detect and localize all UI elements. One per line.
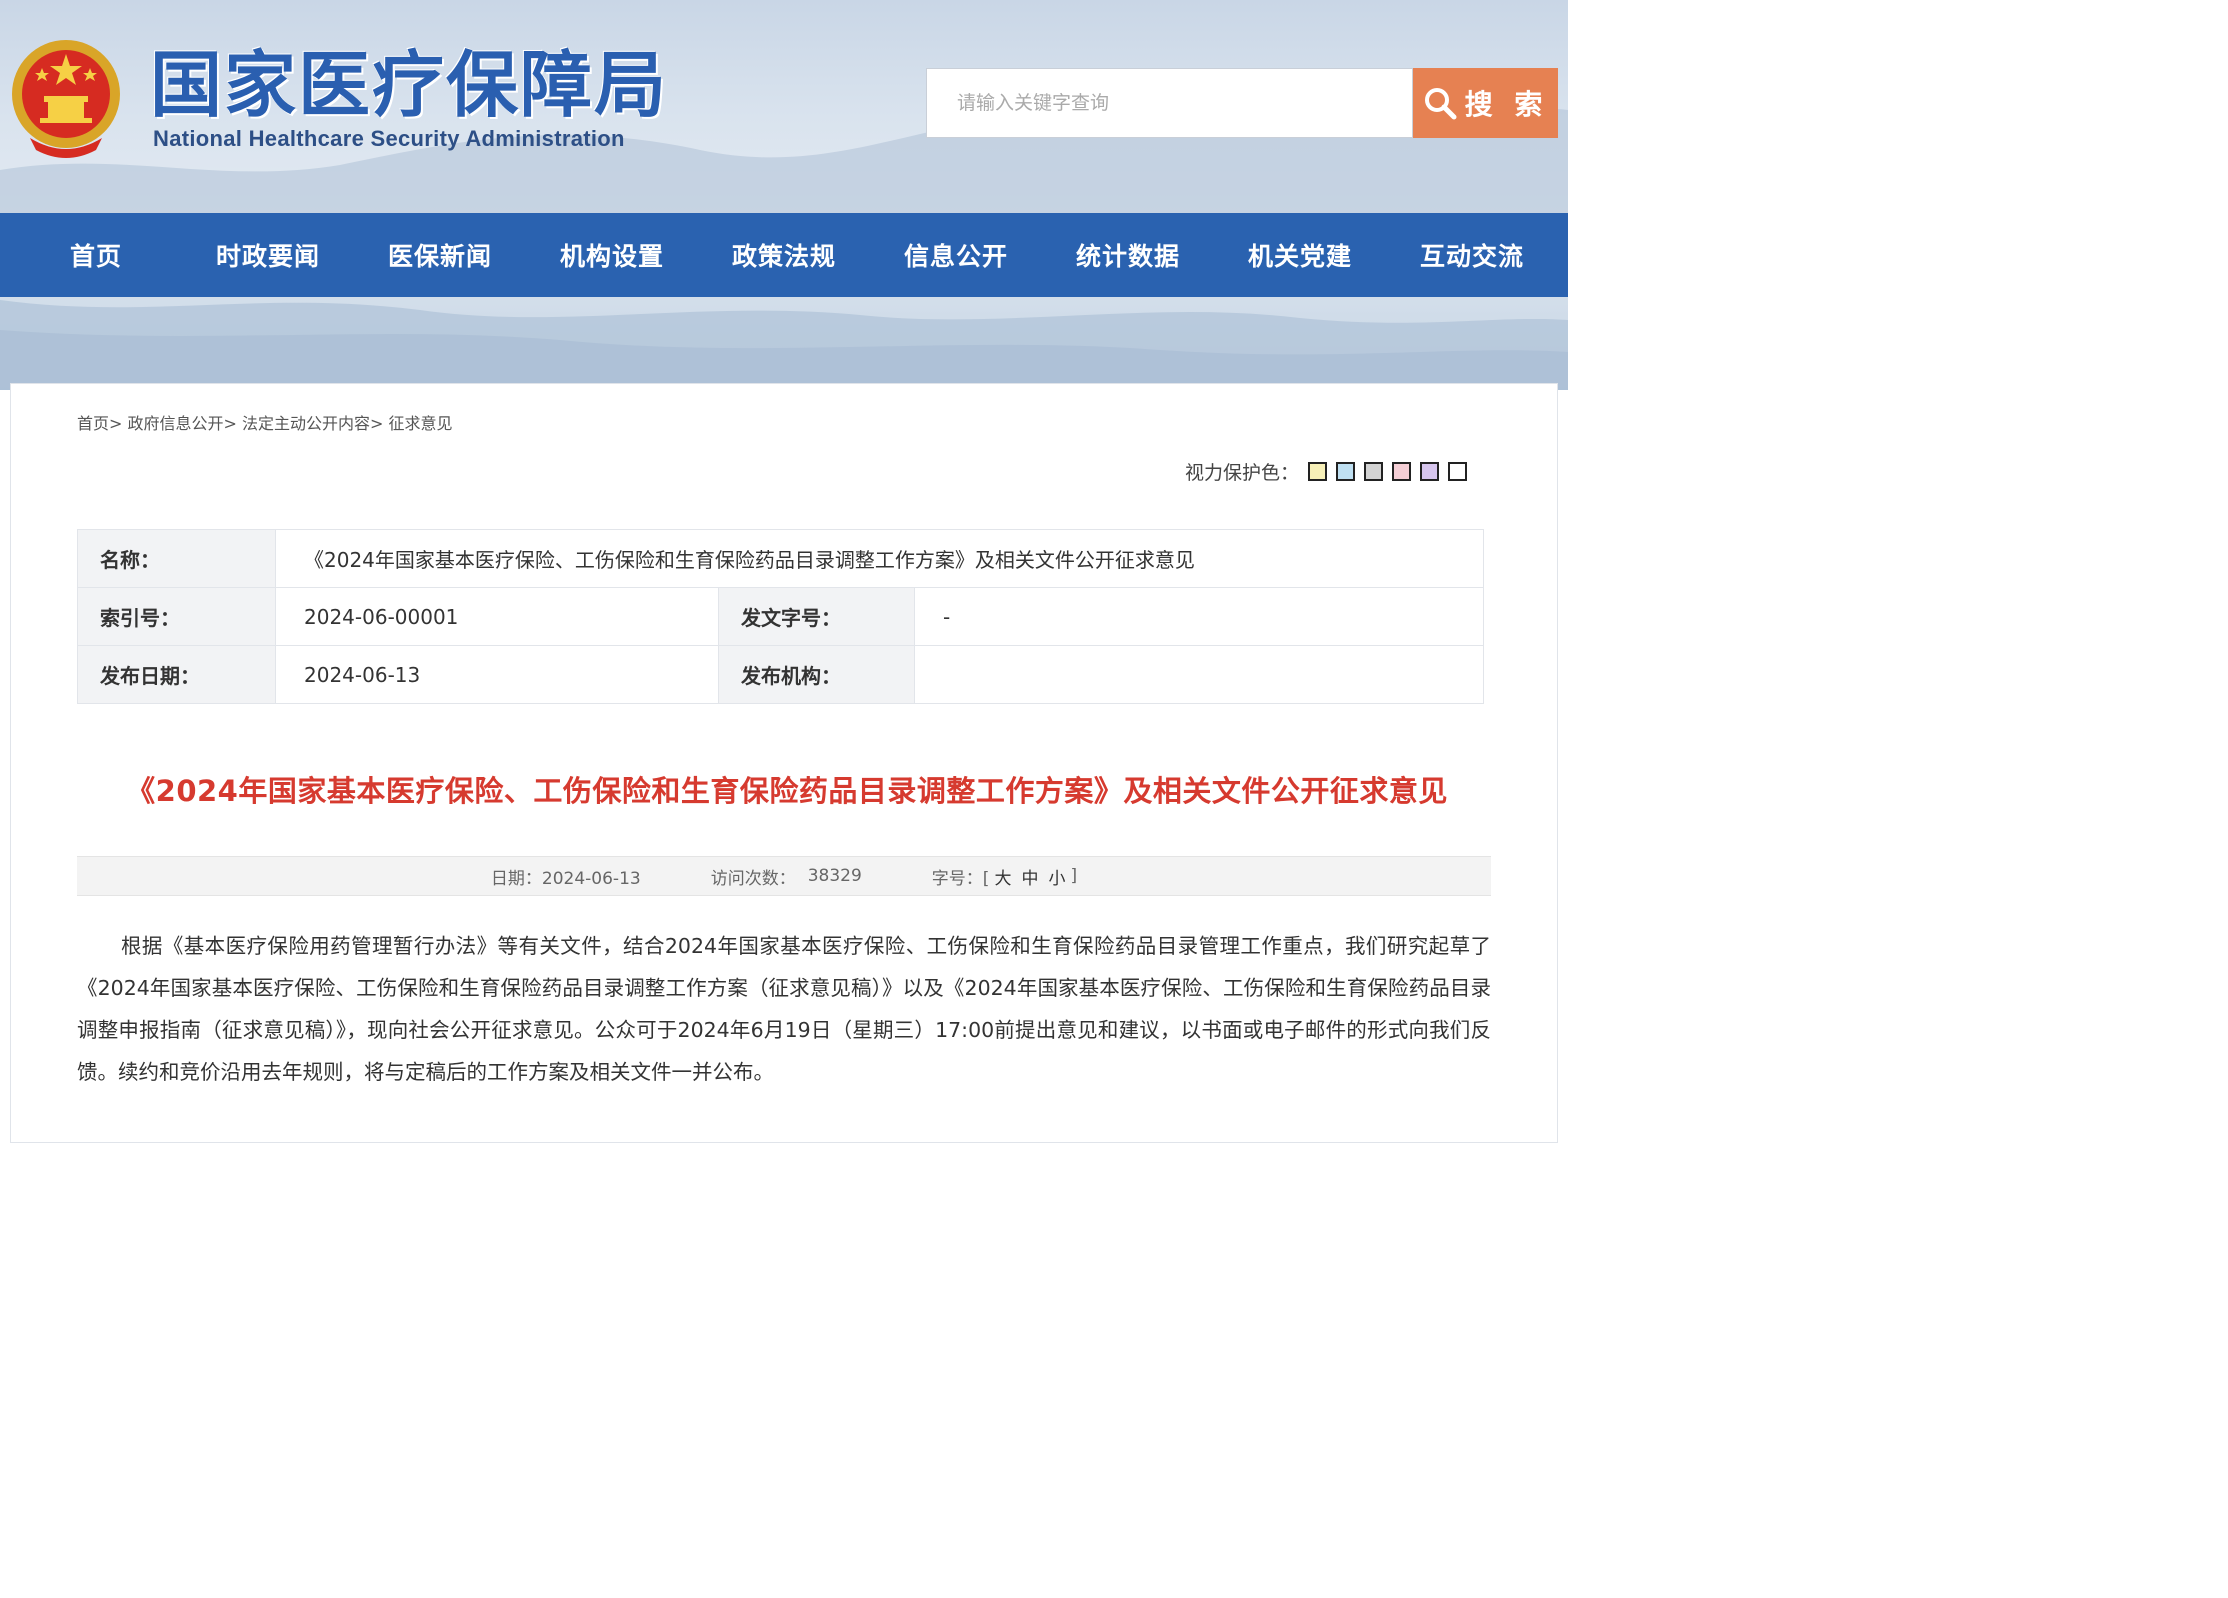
site-logo-subtitle: National Healthcare Security Administrat… [153,126,625,151]
search-button[interactable]: 搜 索 [1413,68,1558,138]
org-label: 发布机构： [718,645,915,704]
docno-label: 发文字号： [718,587,915,646]
index-value: 2024-06-00001 [275,587,719,646]
nav-item-policies[interactable]: 政策法规 [688,213,880,297]
site-logo-title[interactable]: 国家医疗保障局 [150,40,668,130]
main-nav: 首页 时政要闻 医保新闻 机构设置 政策法规 信息公开 统计数据 机关党建 互动… [0,213,1568,297]
eye-care-swatch-blue[interactable] [1336,461,1356,481]
eye-care-swatch-white[interactable] [1448,461,1468,481]
eye-care-swatch-pink[interactable] [1392,461,1412,481]
table-row: 发布日期： 2024-06-13 发布机构： [77,645,1484,704]
eye-care-label: 视力保护色： [1185,461,1300,484]
docno-value: - [914,587,1484,646]
font-size-large-button[interactable]: 大 [989,864,1016,889]
article-date: 日期：2024-06-13 [490,868,641,889]
breadcrumb: 首页> 政府信息公开> 法定主动公开内容> 征求意见 [77,410,453,434]
breadcrumb-gov-info[interactable]: 政府信息公开> [128,414,237,433]
date-value: 2024-06-13 [275,645,719,704]
org-value [914,645,1484,704]
breadcrumb-home[interactable]: 首页> [77,414,122,433]
name-value: 《2024年国家基本医疗保险、工伤保险和生育保险药品目录调整工作方案》及相关文件… [275,529,1484,588]
font-size-label: 字号：[ [931,868,990,889]
search-input[interactable] [957,83,1382,123]
breadcrumb-consultation[interactable]: 征求意见 [389,414,453,433]
eye-care-swatch-gray[interactable] [1364,461,1384,481]
eye-care-swatch-yellow[interactable] [1308,461,1328,481]
nav-item-interaction[interactable]: 互动交流 [1376,213,1568,297]
nav-item-home[interactable]: 首页 [0,213,192,297]
visits-label: 访问次数： [710,868,796,889]
search-icon [1424,88,1457,120]
nav-item-statistics[interactable]: 统计数据 [1032,213,1224,297]
font-size-small-button[interactable]: 小 [1043,864,1070,889]
national-emblem-icon [12,40,120,158]
font-size-end: ] [1070,866,1078,886]
date-label: 发布日期： [77,645,276,704]
breadcrumb-statutory[interactable]: 法定主动公开内容> [242,414,383,433]
article-body: 根据《基本医疗保险用药管理暂行办法》等有关文件，结合2024年国家基本医疗保险、… [77,934,1491,1084]
index-label: 索引号： [77,587,276,646]
search-box [926,68,1413,138]
table-row: 名称： 《2024年国家基本医疗保险、工伤保险和生育保险药品目录调整工作方案》及… [77,529,1484,588]
nav-item-organization[interactable]: 机构设置 [536,213,688,297]
header-banner: 国家医疗保障局 National Healthcare Security Adm… [0,0,1568,390]
name-label: 名称： [77,529,276,588]
article-meta-bar: 日期：2024-06-13 访问次数： 38329 字号：[ 大 中 小 ] [77,856,1491,896]
search-button-label: 搜 索 [1464,88,1549,121]
nav-item-healthcare-news[interactable]: 医保新闻 [344,213,536,297]
eye-care-color-selector: 视力保护色： [1185,458,1468,484]
nav-item-party-building[interactable]: 机关党建 [1224,213,1376,297]
eye-care-swatch-purple[interactable] [1420,461,1440,481]
font-size-medium-button[interactable]: 中 [1016,864,1043,889]
nav-item-current-affairs[interactable]: 时政要闻 [192,213,344,297]
article-title: 《2024年国家基本医疗保险、工伤保险和生育保险药品目录调整工作方案》及相关文件… [126,774,1448,808]
nav-item-info-disclosure[interactable]: 信息公开 [880,213,1032,297]
visits-count: 38329 [807,866,862,886]
document-info-table: 名称： 《2024年国家基本医疗保险、工伤保险和生育保险药品目录调整工作方案》及… [77,529,1484,704]
table-row: 索引号： 2024-06-00001 发文字号： - [77,587,1484,646]
